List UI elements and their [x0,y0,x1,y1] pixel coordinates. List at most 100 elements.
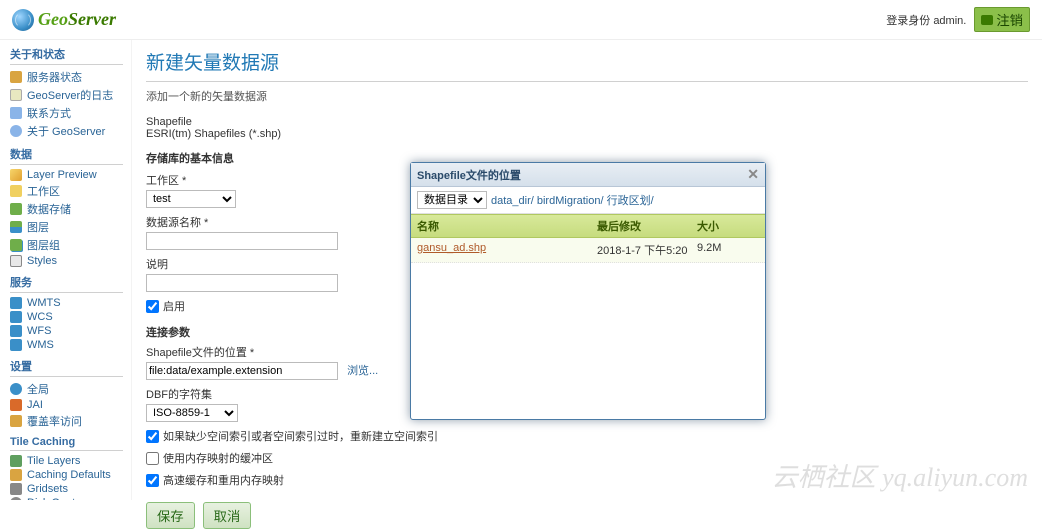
cache-checkbox[interactable] [146,474,159,487]
style-icon [10,255,22,267]
loc-input[interactable] [146,362,338,380]
log-icon [10,89,22,101]
sidebar-item-label: Tile Layers [27,455,80,467]
sidebar-item-label: WMTS [27,297,61,309]
sidebar-item[interactable]: GeoServer的日志 [10,86,123,104]
sidebar-item-label: Layer Preview [27,169,97,181]
dsname-input[interactable] [146,232,338,250]
sidebar-item-label: 服务器状态 [27,69,82,85]
app-header: GeoServer 登录身份 admin. 注销 [0,0,1042,40]
desc-input[interactable] [146,274,338,292]
sidebar-item-label: 关于 GeoServer [27,123,105,139]
sidebar: 关于和状态 服务器状态GeoServer的日志联系方式关于 GeoServer … [0,40,132,500]
page-title: 新建矢量数据源 [146,48,1028,82]
nav-head-data: 数据 [10,146,123,165]
nav-head-tile: Tile Caching [10,436,123,451]
sidebar-item[interactable]: WMTS [10,296,123,310]
sidebar-item-label: 全局 [27,381,49,397]
sidebar-item[interactable]: Disk Quota [10,496,123,500]
sidebar-item-label: 图层 [27,219,49,235]
nav-list-settings: 全局JAI覆盖率访问 [10,380,123,430]
cancel-button[interactable]: 取消 [203,502,252,529]
header-right: 登录身份 admin. 注销 [886,7,1030,32]
sidebar-item[interactable]: Tile Layers [10,454,123,468]
cov-icon [10,415,22,427]
sidebar-item-label: Gridsets [27,483,68,495]
sidebar-item[interactable]: 图层组 [10,236,123,254]
sidebar-item[interactable]: 工作区 [10,182,123,200]
sidebar-item[interactable]: 全局 [10,380,123,398]
sidebar-item-label: WCS [27,311,53,323]
sidebar-item[interactable]: 联系方式 [10,104,123,122]
nav-list-about: 服务器状态 GeoServer的日志联系方式关于 GeoServer [10,68,123,140]
type-desc: ESRI(tm) Shapefiles (*.shp) [146,128,1028,140]
close-icon[interactable]: ✕ [747,166,759,183]
mem-map-label: 使用内存映射的缓冲区 [163,450,273,466]
root-select[interactable]: 数据目录 [417,191,487,209]
sidebar-item[interactable]: 覆盖率访问 [10,412,123,430]
login-status: 登录身份 admin. [886,12,966,28]
type-title: Shapefile [146,116,1028,128]
modal-table-head: 名称 最后修改 大小 [411,214,765,238]
sidebar-item-label: Styles [27,255,57,267]
grid-icon [10,221,22,233]
file-row[interactable]: gansu_ad.shp 2018-1-7 下午5:20 9.2M [411,238,765,263]
cache-icon [10,469,22,481]
breadcrumb-seg[interactable]: data_dir/ [491,195,534,207]
breadcrumb-seg[interactable]: 行政区划/ [607,195,654,207]
sidebar-item[interactable]: 服务器状态 [10,68,123,86]
wfs-icon [10,325,22,337]
dbf-select[interactable]: ISO-8859-1 [146,404,238,422]
enabled-label: 启用 [163,298,185,314]
file-name[interactable]: gansu_ad.shp [417,242,486,254]
sidebar-item[interactable]: WCS [10,310,123,324]
server-icon [10,71,22,83]
sidebar-item[interactable]: WMS [10,338,123,352]
nav-head-settings: 设置 [10,358,123,377]
nav-section-settings: 设置 全局JAI覆盖率访问 [10,358,123,430]
logout-button[interactable]: 注销 [974,7,1030,32]
col-date: 最后修改 [597,218,697,234]
sidebar-item[interactable]: Styles [10,254,123,268]
sidebar-item[interactable]: JAI [10,398,123,412]
sidebar-item-label: GeoServer的日志 [27,87,113,103]
nav-list-tile: Tile LayersCaching DefaultsGridsetsDisk … [10,454,123,500]
nav-list-services: WMTS WCS WFS WMS [10,296,123,352]
modal-path-bar: 数据目录 data_dir/ birdMigration/ 行政区划/ [411,187,765,214]
page-subtitle: 添加一个新的矢量数据源 [146,88,1028,104]
rebuild-index-checkbox[interactable] [146,430,159,443]
save-button[interactable]: 保存 [146,502,195,529]
browse-link[interactable]: 浏览... [347,365,378,377]
about-icon [10,125,22,137]
sidebar-item[interactable]: 图层 [10,218,123,236]
enabled-checkbox[interactable] [146,300,159,313]
nav-section-data: 数据 Layer Preview 工作区数据存储图层图层组 Styles [10,146,123,268]
sidebar-item-label: WFS [27,325,51,337]
mem-map-checkbox[interactable] [146,452,159,465]
cache-label: 高速缓存和重用内存映射 [163,472,284,488]
sidebar-item[interactable]: Layer Preview [10,168,123,182]
globe-icon [12,9,34,31]
brand-logo[interactable]: GeoServer [12,9,116,31]
logout-icon [981,15,993,25]
gridset-icon [10,483,22,495]
sidebar-item[interactable]: Caching Defaults [10,468,123,482]
breadcrumb-seg[interactable]: birdMigration/ [537,195,604,207]
nav-head-services: 服务 [10,274,123,293]
sidebar-item[interactable]: 数据存储 [10,200,123,218]
sidebar-item[interactable]: Gridsets [10,482,123,496]
sidebar-item-label: 图层组 [27,237,60,253]
breadcrumb: data_dir/ birdMigration/ 行政区划/ [491,192,654,208]
workspace-select[interactable]: test [146,190,236,208]
sidebar-item-label: WMS [27,339,54,351]
sidebar-item-label: 工作区 [27,183,60,199]
sidebar-item[interactable]: 关于 GeoServer [10,122,123,140]
sidebar-item-label: 联系方式 [27,105,71,121]
nav-head-about: 关于和状态 [10,46,123,65]
sidebar-item[interactable]: WFS [10,324,123,338]
file-browser-modal: Shapefile文件的位置 ✕ 数据目录 data_dir/ birdMigr… [410,162,766,420]
stack-icon [10,239,22,251]
jai-icon [10,399,22,411]
work-icon [10,185,22,197]
rebuild-index-label: 如果缺少空间索引或者空间索引过时，重新建立空间索引 [163,428,438,444]
